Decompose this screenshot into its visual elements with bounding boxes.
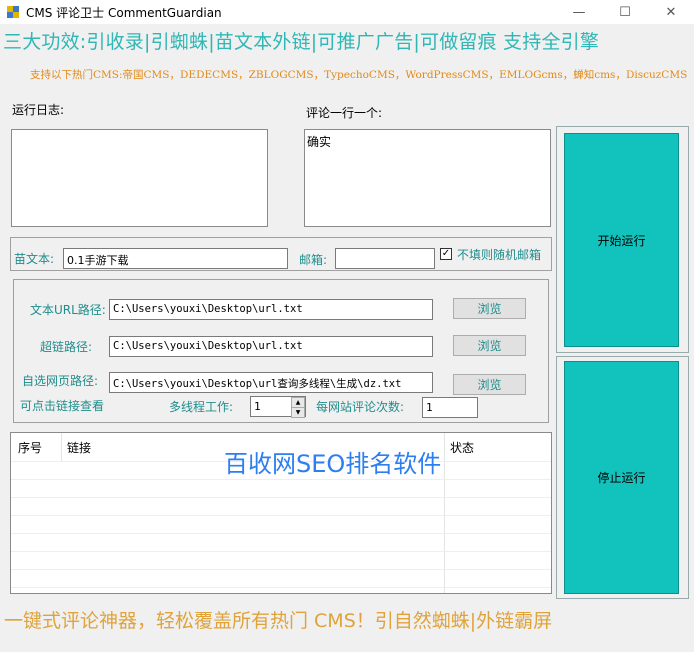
row-line [11, 497, 551, 498]
threads-label: 多线程工作: [169, 400, 234, 414]
maximize-button[interactable]: ☐ [602, 0, 648, 24]
feature-banner: 三大功效:引收录|引蜘蛛|苗文本外链|可推广广告|可做留痕 支持全引擎 [3, 31, 600, 53]
row-line [11, 533, 551, 534]
close-icon: ✕ [665, 4, 677, 20]
column-header-link[interactable]: 链接 [67, 433, 91, 461]
per-site-input[interactable]: 1 [422, 397, 478, 418]
app-icon [7, 6, 19, 18]
row-line [11, 587, 551, 588]
cms-support-list: 支持以下热门CMS:帝国CMS，DEDECMS，ZBLOGCMS，Typecho… [30, 69, 688, 81]
start-button[interactable]: 开始运行 [564, 133, 679, 347]
text-url-input[interactable]: C:\Users\youxi\Desktop\url.txt [109, 299, 433, 320]
title-bar[interactable]: CMS 评论卫士 CommentGuardian — ☐ ✕ [0, 0, 694, 24]
close-button[interactable]: ✕ [648, 0, 694, 24]
comments-textarea[interactable]: 确实 [304, 129, 551, 227]
window-title: CMS 评论卫士 CommentGuardian [26, 6, 222, 20]
log-textarea[interactable] [11, 129, 268, 227]
link-path-label: 超链路径: [40, 340, 93, 354]
comments-label: 评论一行一个: [306, 106, 383, 120]
footer-slogan: 一键式评论神器，轻松覆盖所有热门 CMS！引自然蜘蛛|外链霸屏 [4, 610, 553, 632]
email-label: 邮箱: [299, 253, 328, 267]
maximize-icon: ☐ [619, 4, 631, 20]
link-path-browse-button[interactable]: 浏览 [453, 335, 526, 356]
row-line [11, 479, 551, 480]
column-header-status[interactable]: 状态 [450, 433, 474, 461]
minimize-icon: — [572, 4, 586, 20]
row-line [11, 569, 551, 570]
spin-up-icon[interactable]: ▲ [291, 397, 305, 408]
row-line [11, 551, 551, 552]
email-input[interactable] [335, 248, 435, 269]
column-divider [61, 433, 62, 461]
threads-spin-buttons[interactable]: ▲ ▼ [291, 397, 305, 418]
text-url-label: 文本URL路径: [30, 303, 106, 317]
check-icon: ✓ [441, 248, 451, 259]
text-url-browse-button[interactable]: 浏览 [453, 298, 526, 319]
anchor-input[interactable]: 0.1手游下载 [63, 248, 288, 269]
row-line [11, 515, 551, 516]
spin-down-icon[interactable]: ▼ [291, 408, 305, 418]
log-label: 运行日志: [12, 103, 65, 117]
stop-button[interactable]: 停止运行 [564, 361, 679, 594]
random-email-checkbox[interactable]: ✓ [440, 248, 452, 260]
custom-page-label: 自选网页路径: [22, 374, 99, 388]
anchor-label: 苗文本: [14, 252, 55, 266]
per-site-label: 每网站评论次数: [316, 400, 405, 414]
custom-page-browse-button[interactable]: 浏览 [453, 374, 526, 395]
watermark-text: 百收网SEO排名软件 [224, 450, 442, 478]
column-header-index[interactable]: 序号 [18, 433, 42, 461]
link-path-input[interactable]: C:\Users\youxi\Desktop\url.txt [109, 336, 433, 357]
custom-page-input[interactable]: C:\Users\youxi\Desktop\url查询多线程\生成\dz.tx… [109, 372, 433, 393]
minimize-button[interactable]: — [556, 0, 602, 24]
view-link-hint[interactable]: 可点击链接查看 [20, 397, 104, 414]
random-email-label[interactable]: 不填则随机邮箱 [457, 246, 541, 263]
